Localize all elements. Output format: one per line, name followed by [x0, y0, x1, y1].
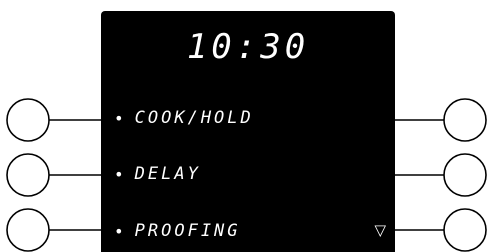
left-buttons: [6, 98, 101, 252]
right-button-1[interactable]: [443, 98, 487, 142]
scroll-down-icon[interactable]: ▽: [374, 218, 386, 242]
left-button-2[interactable]: [6, 153, 50, 197]
right-button-2[interactable]: [443, 153, 487, 197]
control-display: 10:30 • COOK/HOLD • DELAY • PROOFING ▽: [101, 11, 395, 252]
right-buttons: [395, 98, 487, 252]
menu-item-label: COOK/HOLD: [134, 108, 254, 128]
menu-item-delay[interactable]: • DELAY: [114, 162, 201, 186]
menu-item-label: PROOFING: [134, 221, 241, 241]
right-button-3[interactable]: [443, 208, 487, 252]
menu-bullet: •: [114, 108, 127, 128]
clock-display: 10:30: [186, 27, 310, 67]
menu-item-cook-hold[interactable]: • COOK/HOLD: [114, 106, 254, 130]
menu-item-proofing[interactable]: • PROOFING: [114, 219, 241, 243]
left-button-1[interactable]: [6, 98, 50, 142]
menu-bullet: •: [114, 164, 127, 184]
menu-item-label: DELAY: [134, 164, 201, 184]
menu-bullet: •: [114, 221, 127, 241]
left-button-3[interactable]: [6, 208, 50, 252]
